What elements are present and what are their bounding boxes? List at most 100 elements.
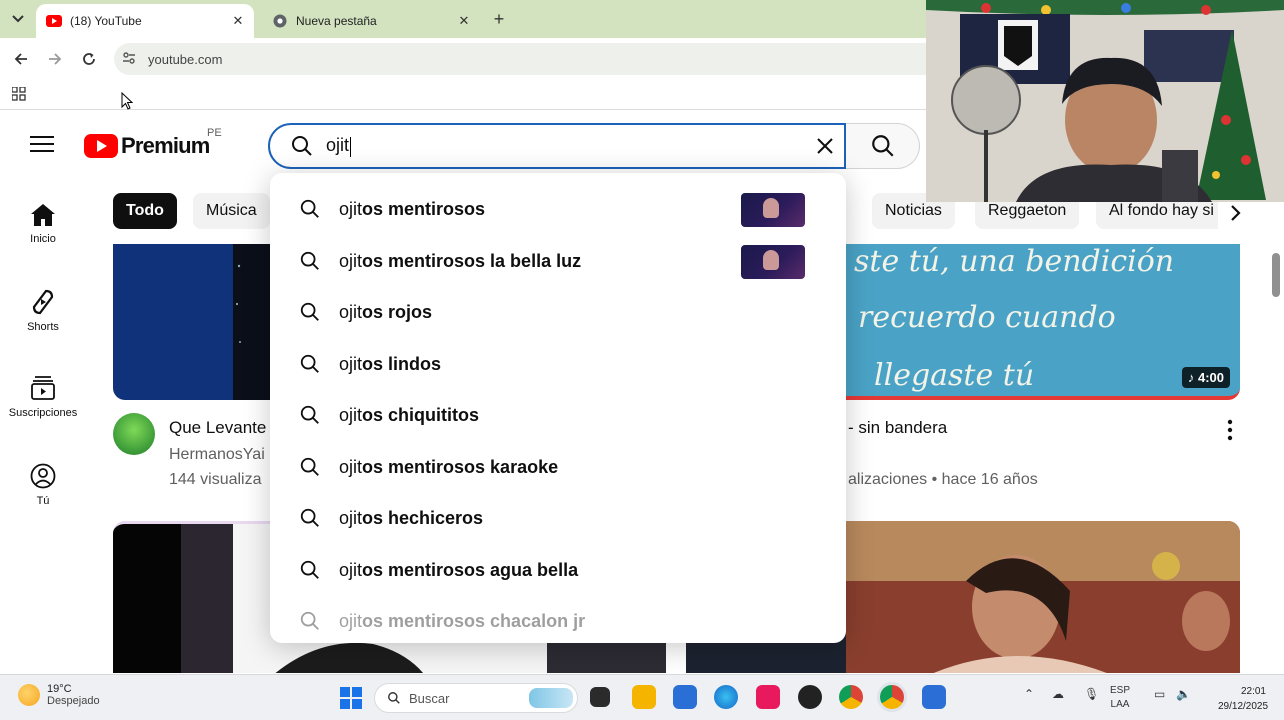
screen: (18) YouTube ✕ Nueva pestaña ✕ + youtube… bbox=[0, 0, 1284, 720]
microphone-icon[interactable]: 🎙 bbox=[1084, 687, 1099, 701]
browser-toolbar: youtube.com bbox=[0, 38, 926, 80]
country-code: PE bbox=[207, 127, 222, 139]
youtube-play-icon bbox=[84, 134, 118, 158]
apps-grid-icon[interactable] bbox=[11, 86, 26, 106]
forward-arrow-icon[interactable] bbox=[44, 48, 66, 70]
cloud-sync-icon[interactable]: ☁ bbox=[1052, 687, 1064, 701]
microsoft-store-icon[interactable] bbox=[673, 685, 697, 709]
guide-label: Shorts bbox=[27, 321, 59, 333]
search-icon bbox=[388, 692, 400, 704]
site-settings-icon[interactable] bbox=[122, 51, 148, 67]
search-icon bbox=[300, 302, 319, 321]
search-icon bbox=[300, 251, 319, 270]
bookmarks-bar bbox=[0, 80, 926, 110]
guide-label: Suscripciones bbox=[8, 407, 78, 419]
guide-label: Tú bbox=[36, 495, 50, 507]
suggestion-item[interactable]: ojitos mentirosos chacalon jr bbox=[270, 595, 846, 643]
guide-item-tu[interactable]: Tú bbox=[0, 463, 86, 507]
search-icon bbox=[871, 135, 894, 157]
task-view-icon[interactable] bbox=[590, 687, 610, 707]
guide-item-shorts[interactable]: Shorts bbox=[0, 289, 86, 333]
channel-avatar[interactable] bbox=[113, 413, 155, 455]
speaker-icon[interactable]: 🔈 bbox=[1176, 687, 1191, 701]
search-icon bbox=[300, 508, 319, 527]
search-icon bbox=[300, 405, 319, 424]
file-explorer-icon[interactable] bbox=[632, 685, 656, 709]
video-channel[interactable]: HermanosYai bbox=[169, 446, 265, 464]
guide-item-inicio[interactable]: Inicio bbox=[0, 203, 86, 245]
recording-app-icon[interactable] bbox=[798, 685, 822, 709]
windows-taskbar: 19°C Despejado Buscar ⌃ ☁ 🎙 ESP LAA ▭ 🔈 … bbox=[0, 674, 1284, 720]
close-tab-icon[interactable]: ✕ bbox=[454, 13, 474, 29]
weather-widget[interactable]: 19°C Despejado bbox=[18, 683, 100, 707]
chip-musica[interactable]: Música bbox=[193, 193, 270, 229]
url-text: youtube.com bbox=[148, 51, 223, 67]
page-scrollbar[interactable] bbox=[1272, 253, 1280, 297]
suggestion-item[interactable]: ojitos mentirosos agua bella bbox=[270, 544, 846, 596]
mouse-pointer-icon bbox=[121, 91, 134, 115]
clear-search-icon[interactable] bbox=[814, 135, 836, 157]
menu-hamburger-icon[interactable] bbox=[30, 136, 54, 154]
home-icon bbox=[31, 204, 55, 226]
windows-start-icon[interactable] bbox=[340, 687, 362, 709]
search-input[interactable]: ojit bbox=[268, 123, 846, 169]
video-meta: 144 visualiza bbox=[169, 471, 262, 488]
tab-new-tab[interactable]: Nueva pestaña ✕ bbox=[262, 4, 480, 38]
back-arrow-icon[interactable] bbox=[10, 48, 32, 70]
duration-badge: ♪ 4:00 bbox=[1181, 367, 1230, 388]
search-icon bbox=[300, 354, 319, 373]
suggestion-item[interactable]: ojitos hechiceros bbox=[270, 492, 846, 544]
show-hidden-icons-chevron-icon[interactable]: ⌃ bbox=[1024, 687, 1034, 701]
lyric-line: ste tú, una bendición bbox=[854, 244, 1175, 279]
video-title[interactable]: - sin bandera bbox=[848, 418, 947, 438]
search-icon bbox=[300, 199, 319, 218]
search-icon bbox=[300, 560, 319, 579]
search-highlight-image bbox=[529, 688, 573, 708]
suggestion-item[interactable]: ojitos mentirosos bbox=[270, 183, 846, 235]
lyric-line: llegaste tú bbox=[874, 358, 1035, 393]
temperature: 19°C bbox=[47, 683, 72, 695]
tab-search-chevron-icon[interactable] bbox=[6, 7, 30, 31]
search-query: ojit bbox=[326, 135, 352, 157]
weather-condition: Despejado bbox=[47, 695, 100, 707]
system-clock[interactable]: 22:01 29/12/2025 bbox=[1218, 684, 1269, 714]
suggestion-item[interactable]: ojitos chiquititos bbox=[270, 389, 846, 441]
taskbar-search[interactable]: Buscar bbox=[374, 683, 578, 713]
tiktok-app-icon[interactable] bbox=[756, 685, 780, 709]
suggestion-item[interactable]: ojitos lindos bbox=[270, 338, 846, 390]
subscriptions-icon bbox=[31, 376, 55, 400]
suggestion-thumbnail bbox=[741, 193, 805, 227]
suggestion-item[interactable]: ojitos mentirosos la bella luz bbox=[270, 235, 846, 287]
chip-todo[interactable]: Todo bbox=[113, 193, 177, 229]
tab-youtube[interactable]: (18) YouTube ✕ bbox=[36, 4, 254, 38]
suggestion-thumbnail bbox=[741, 245, 805, 279]
youtube-premium-logo[interactable]: Premium PE bbox=[84, 127, 222, 159]
chrome-favicon-icon bbox=[272, 13, 288, 29]
address-bar[interactable]: youtube.com bbox=[114, 43, 926, 75]
suggestion-item[interactable]: ojitos mentirosos karaoke bbox=[270, 441, 846, 493]
clock-date: 29/12/2025 bbox=[1218, 701, 1269, 712]
suggestion-item[interactable]: ojitos rojos bbox=[270, 286, 846, 338]
app-window-icon[interactable] bbox=[922, 685, 946, 709]
new-tab-plus-icon[interactable]: + bbox=[488, 8, 510, 30]
search-icon bbox=[300, 457, 319, 476]
video-title[interactable]: Que Levante bbox=[169, 418, 266, 438]
edge-browser-icon[interactable] bbox=[714, 685, 738, 709]
shorts-icon bbox=[32, 289, 54, 315]
chrome-active-icon[interactable] bbox=[880, 685, 904, 709]
more-options-icon[interactable] bbox=[1226, 419, 1234, 446]
search-button[interactable] bbox=[846, 123, 920, 169]
chrome-icon[interactable] bbox=[839, 685, 863, 709]
taskbar-search-placeholder: Buscar bbox=[409, 690, 450, 706]
reload-icon[interactable] bbox=[78, 48, 100, 70]
tab-strip: (18) YouTube ✕ Nueva pestaña ✕ + bbox=[0, 0, 926, 38]
network-icon[interactable]: ▭ bbox=[1154, 687, 1165, 701]
youtube-favicon-icon bbox=[46, 13, 62, 29]
video-thumbnail[interactable]: ste tú, una bendición recuerdo cuando ll… bbox=[846, 244, 1240, 400]
guide-item-suscripciones[interactable]: Suscripciones bbox=[0, 375, 86, 419]
input-language[interactable]: ESP LAA bbox=[1110, 684, 1130, 712]
account-icon bbox=[30, 463, 56, 489]
video-meta: alizaciones • hace 16 años bbox=[848, 471, 1038, 488]
close-tab-icon[interactable]: ✕ bbox=[228, 13, 248, 29]
weather-moon-icon bbox=[18, 684, 40, 706]
